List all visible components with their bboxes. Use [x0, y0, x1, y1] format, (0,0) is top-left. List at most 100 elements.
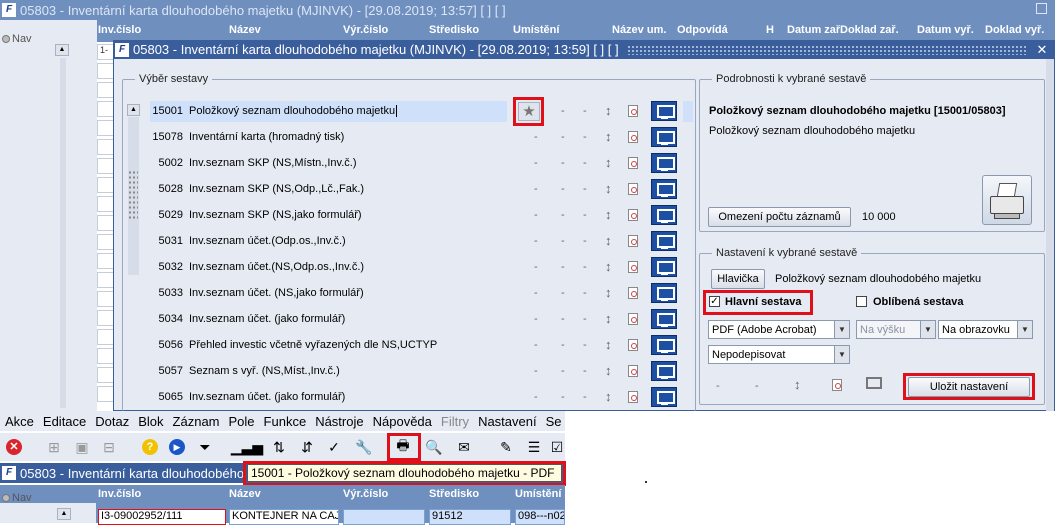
orientation-select[interactable]: Na výšku ▼ [856, 320, 936, 339]
favorite-report-checkbox[interactable] [856, 296, 867, 307]
monitor-icon[interactable] [651, 387, 677, 407]
bg-row-stub[interactable] [97, 367, 114, 383]
sort-icon[interactable]: ↕ [605, 233, 612, 248]
list-icon[interactable]: ☰ [525, 438, 543, 456]
report-row[interactable]: 5065 Inv.seznam účet. (jako formulář) [150, 387, 346, 407]
sort-icon[interactable]: ↕ [605, 311, 612, 326]
dialog-close-icon[interactable]: ✕ [1035, 42, 1049, 58]
printer-icon[interactable] [982, 175, 1032, 225]
bg-col-vyr[interactable]: Výr.číslo [343, 24, 388, 36]
pdf-icon[interactable] [628, 235, 638, 247]
sort-icon[interactable]: ↕ [605, 155, 612, 170]
menu-dotaz[interactable]: Dotaz [95, 414, 129, 429]
mail-icon[interactable]: ✉ [455, 438, 473, 456]
menu-akce[interactable]: Akce [5, 414, 34, 429]
report-row[interactable]: 5034 Inv.seznam účet. (jako formulář) [150, 309, 346, 329]
sort-icon[interactable]: ↕ [605, 207, 612, 222]
bg-row-stub[interactable] [97, 253, 114, 269]
pdf-icon[interactable] [628, 183, 638, 195]
bg-row-stub[interactable] [97, 272, 114, 288]
bg-row-stub[interactable] [97, 234, 114, 250]
bg-row-stub[interactable] [97, 215, 114, 231]
menu-nastaveni[interactable]: Nastavení [478, 414, 537, 429]
bg-col-stredisko[interactable]: Středisko [429, 24, 479, 36]
monitor-icon[interactable] [651, 101, 677, 121]
sort-icon[interactable]: ↕ [605, 259, 612, 274]
pdf-icon[interactable] [628, 105, 638, 117]
pdf-icon[interactable] [628, 287, 638, 299]
report-row[interactable]: 5029 Inv.seznam SKP (NS,jako formulář) [150, 205, 362, 225]
monitor-icon[interactable] [651, 205, 677, 225]
header-button[interactable]: Hlavička [711, 269, 765, 289]
bg-col-inv[interactable]: Inv.číslo [98, 24, 141, 36]
pdf-icon[interactable] [628, 261, 638, 273]
bg-row-stub[interactable]: 1- [97, 44, 114, 60]
menu-pole[interactable]: Pole [229, 414, 255, 429]
bottom-scroll-up-button[interactable]: ▲ [57, 508, 71, 520]
bottom-col-inv[interactable]: Inv.číslo [98, 488, 141, 500]
cancel-icon[interactable]: ✕ [5, 438, 23, 456]
report-row[interactable]: 5031 Inv.seznam účet.(Odp.os.,Inv.č.) [150, 231, 346, 251]
report-row[interactable]: 15001 Položkový seznam dlouhodobého majet… [150, 101, 398, 121]
bottom-col-stredisko[interactable]: Středisko [429, 488, 479, 500]
settings-sort-icon[interactable]: ↕ [794, 377, 801, 392]
monitor-icon[interactable] [651, 283, 677, 303]
report-row[interactable]: 5032 Inv.seznam účet.(NS,Odp.os.,Inv.č.) [150, 257, 365, 277]
report-row[interactable]: 5002 Inv.seznam SKP (NS,Místn.,Inv.č.) [150, 153, 357, 173]
filter-icon[interactable]: ⏷ [196, 438, 214, 456]
pdf-icon[interactable] [628, 339, 638, 351]
output-select[interactable]: Na obrazovku ▼ [938, 320, 1033, 339]
report-row[interactable]: 5033 Inv.seznam účet. (NS,jako formulář) [150, 283, 364, 303]
monitor-icon[interactable] [651, 335, 677, 355]
bg-row-stub[interactable] [97, 386, 114, 402]
sort-icon[interactable]: ↕ [605, 389, 612, 404]
menu-nastroje[interactable]: Nástroje [315, 414, 363, 429]
bg-col-datum-zar[interactable]: Datum zař. [787, 24, 843, 36]
monitor-icon[interactable] [651, 231, 677, 251]
report-row[interactable]: 5028 Inv.seznam SKP (NS,Odp.,Lč.,Fak.) [150, 179, 365, 199]
menu-filtry[interactable]: Filtry [441, 414, 469, 429]
add-icon[interactable]: ⊞ [45, 438, 63, 456]
report-list-scroll-up[interactable]: ▲ [127, 104, 140, 116]
signature-select[interactable]: Nepodepisovat ▼ [708, 345, 850, 364]
report-row[interactable]: 5056 Přehled investic včetně vyřazených d… [150, 335, 438, 355]
signal-icon[interactable]: ▁▃▅ [231, 438, 263, 456]
bottom-nav-radio[interactable]: Nav [2, 492, 32, 504]
monitor-icon[interactable] [651, 257, 677, 277]
run-icon[interactable]: ▶ [168, 438, 186, 456]
sort-icon[interactable]: ↕ [605, 363, 612, 378]
sort-desc-icon[interactable]: ⇵ [298, 438, 316, 456]
pdf-icon[interactable] [628, 209, 638, 221]
edit-icon[interactable]: ✎ [497, 438, 515, 456]
bg-col-odpovida[interactable]: Odpovídá [677, 24, 728, 36]
bg-scroll-up-button[interactable]: ▲ [55, 44, 69, 56]
bg-col-umisteni[interactable]: Umístění [513, 24, 559, 36]
pdf-icon[interactable] [628, 391, 638, 403]
bg-col-datum-vyr[interactable]: Datum vyř. [917, 24, 974, 36]
check-icon[interactable]: ✓ [325, 438, 343, 456]
bg-row-stub[interactable] [97, 196, 114, 212]
settings-monitor-icon[interactable] [866, 377, 882, 389]
bg-col-doklad-zar[interactable]: Doklad zař. [840, 24, 899, 36]
sort-icon[interactable]: ↕ [605, 103, 612, 118]
pdf-icon[interactable] [628, 157, 638, 169]
monitor-icon[interactable] [651, 179, 677, 199]
pdf-icon[interactable] [628, 365, 638, 377]
settings-pdf-icon[interactable] [832, 379, 842, 391]
menu-napoveda[interactable]: Nápověda [373, 414, 432, 429]
pdf-icon[interactable] [628, 131, 638, 143]
bg-row-stub[interactable] [97, 101, 114, 117]
save-icon[interactable]: ▣ [73, 438, 91, 456]
sort-icon[interactable]: ↕ [605, 129, 612, 144]
help-icon[interactable]: ? [141, 438, 159, 456]
bg-col-nazev[interactable]: Název [229, 24, 261, 36]
sort-icon[interactable]: ↕ [605, 337, 612, 352]
restore-window-icon[interactable] [1036, 3, 1047, 14]
monitor-icon[interactable] [651, 153, 677, 173]
sort-asc-icon[interactable]: ⇅ [270, 438, 288, 456]
limit-records-button[interactable]: Omezení počtu záznamů [708, 207, 851, 227]
bg-row-stub[interactable] [97, 139, 114, 155]
monitor-icon[interactable] [651, 127, 677, 147]
sort-icon[interactable]: ↕ [605, 285, 612, 300]
bg-row-stub[interactable] [97, 120, 114, 136]
